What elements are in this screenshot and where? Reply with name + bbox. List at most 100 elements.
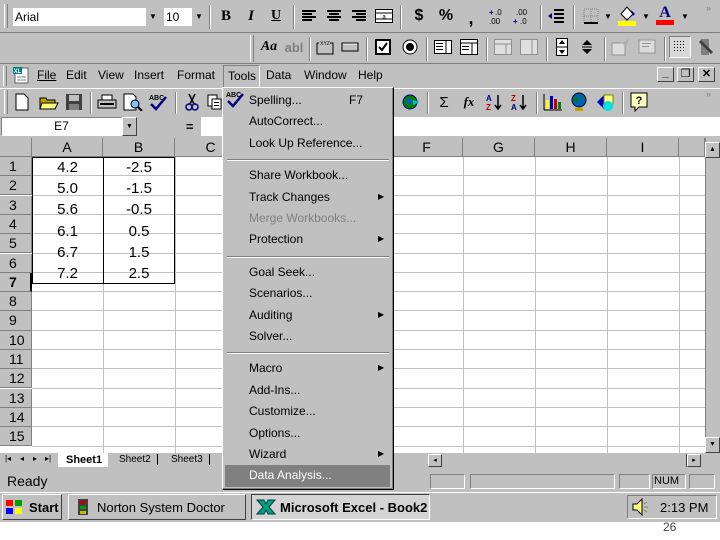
row-header-15[interactable]: 15 — [0, 427, 32, 447]
edit-code-button[interactable] — [636, 36, 658, 58]
office-assistant-button[interactable]: ? — [628, 91, 650, 113]
last-sheet-button[interactable]: ▸| — [42, 454, 54, 467]
checkbox-control-button[interactable] — [372, 36, 394, 58]
cell-a5[interactable]: 6.7 — [32, 242, 103, 263]
drawing-button[interactable] — [594, 91, 616, 113]
name-box[interactable]: E7 — [1, 117, 122, 136]
menu-item-customize[interactable]: Customize... — [225, 401, 390, 422]
menu-file[interactable]: File — [37, 68, 56, 82]
equals-button[interactable]: = — [186, 119, 194, 134]
fill-color-button[interactable] — [616, 4, 638, 26]
increase-decimal-button[interactable]: + .0.00 — [485, 5, 507, 27]
sort-ascending-button[interactable]: AZ — [483, 91, 505, 113]
autosum-button[interactable]: Σ — [433, 91, 455, 113]
new-button[interactable] — [11, 91, 33, 113]
menu-insert[interactable]: Insert — [134, 68, 164, 82]
cell-b2[interactable]: -1.5 — [103, 178, 175, 199]
row-header-14[interactable]: 14 — [0, 407, 32, 428]
row-header-12[interactable]: 12 — [0, 369, 32, 389]
cell-a3[interactable]: 5.6 — [32, 199, 103, 220]
menu-item-solver[interactable]: Solver... — [225, 326, 390, 347]
row-header-9[interactable]: 9 — [0, 311, 32, 331]
menu-item-track-changes[interactable]: Track Changes ▶ — [225, 187, 390, 208]
clock[interactable]: 2:13 PM — [660, 500, 708, 515]
menu-item-goal-seek[interactable]: Goal Seek... — [225, 262, 390, 283]
menu-item-look-up-reference[interactable]: Look Up Reference... — [225, 133, 390, 154]
menu-data[interactable]: Data — [266, 68, 291, 82]
internet-button[interactable] — [400, 91, 422, 113]
menubar-grip[interactable] — [3, 66, 7, 86]
borders-button[interactable] — [580, 5, 602, 27]
sort-descending-button[interactable]: ZA — [508, 91, 530, 113]
map-button[interactable] — [568, 91, 590, 113]
menu-item-macro[interactable]: Macro ▶ — [225, 358, 390, 379]
spinner-control-button[interactable] — [576, 36, 598, 58]
row-header-10[interactable]: 10 — [0, 330, 32, 350]
label-button[interactable]: Aa — [258, 36, 280, 58]
menu-tools[interactable]: Tools — [223, 65, 260, 88]
font-size-dropdown-icon[interactable]: ▼ — [195, 12, 203, 21]
center-button[interactable] — [323, 5, 345, 27]
decrease-decimal-button[interactable]: .00 + .0 — [510, 5, 532, 27]
column-header-a[interactable]: A — [32, 138, 103, 157]
horizontal-scroll-left[interactable]: ◂ — [428, 454, 442, 467]
column-header-j[interactable] — [679, 138, 705, 157]
menu-item-autocorrect[interactable]: AutoCorrect... — [225, 111, 390, 132]
menu-item-merge-workbooks[interactable]: Merge Workbooks... — [225, 208, 390, 229]
cell-b3[interactable]: -0.5 — [103, 199, 175, 220]
font-color-dropdown-icon[interactable]: ▼ — [681, 12, 689, 21]
control-properties-button[interactable] — [610, 36, 632, 58]
italic-button[interactable]: I — [240, 5, 262, 27]
cell-b5[interactable]: 1.5 — [103, 242, 175, 263]
font-name-dropdown-icon[interactable]: ▼ — [149, 12, 157, 21]
cell-b4[interactable]: 0.5 — [103, 221, 175, 242]
row-header-13[interactable]: 13 — [0, 388, 32, 408]
menu-item-options[interactable]: Options... — [225, 423, 390, 444]
first-sheet-button[interactable]: |◂ — [2, 454, 14, 467]
row-header-6[interactable]: 6 — [0, 253, 32, 273]
close-button[interactable]: ✕ — [698, 67, 715, 82]
cell-a2[interactable]: 5.0 — [32, 178, 103, 199]
more-buttons-icon[interactable]: » — [706, 3, 711, 13]
list-box-button[interactable] — [432, 36, 454, 58]
restore-button[interactable]: ❐ — [677, 67, 694, 82]
row-header-4[interactable]: 4 — [0, 214, 32, 235]
menu-item-share-workbook[interactable]: Share Workbook... — [225, 165, 390, 186]
row-header-7[interactable]: 7 — [0, 272, 32, 292]
row-header-1[interactable]: 1 — [0, 157, 32, 177]
paste-function-button[interactable]: fx — [458, 91, 480, 113]
toolbar-grip[interactable] — [250, 35, 254, 62]
cell-a6[interactable]: 7.2 — [32, 263, 103, 284]
horizontal-scrollbar[interactable] — [442, 454, 687, 467]
menu-item-wizard[interactable]: Wizard ▶ — [225, 444, 390, 465]
menu-help[interactable]: Help — [358, 68, 383, 82]
cell-a4[interactable]: 6.1 — [32, 221, 103, 242]
taskbar-microsoft-excel[interactable]: Microsoft Excel - Book2 — [251, 494, 430, 520]
cell-b6[interactable]: 2.5 — [103, 263, 175, 284]
column-header-b[interactable]: B — [103, 138, 175, 157]
cut-button[interactable] — [181, 91, 203, 113]
start-button[interactable]: Start — [2, 494, 62, 520]
row-header-11[interactable]: 11 — [0, 350, 32, 370]
borders-dropdown-icon[interactable]: ▼ — [604, 12, 612, 21]
combo-dropdown-edit-button[interactable] — [518, 36, 540, 58]
decrease-indent-button[interactable] — [545, 5, 567, 27]
column-header-h[interactable]: H — [535, 138, 607, 157]
column-header-i[interactable]: I — [607, 138, 679, 157]
align-right-button[interactable] — [348, 5, 370, 27]
currency-button[interactable]: $ — [408, 5, 430, 27]
row-header-2[interactable]: 2 — [0, 176, 32, 196]
combo-list-edit-button[interactable] — [492, 36, 514, 58]
minimize-button[interactable]: _ — [657, 67, 674, 82]
menu-item-auditing[interactable]: Auditing ▶ — [225, 305, 390, 326]
menu-edit[interactable]: Edit — [66, 68, 87, 82]
scroll-bar-control-button[interactable] — [551, 36, 573, 58]
font-name-box[interactable]: Arial — [13, 8, 146, 26]
cell-a1[interactable]: 4.2 — [32, 157, 103, 178]
column-header-g[interactable]: G — [463, 138, 535, 157]
menu-item-data-analysis[interactable]: Data Analysis... — [225, 465, 390, 487]
scroll-down-button[interactable]: ▼ — [705, 437, 720, 453]
run-dialog-button[interactable] — [695, 36, 717, 58]
volume-icon[interactable] — [632, 497, 648, 519]
menu-format[interactable]: Format — [177, 68, 215, 82]
